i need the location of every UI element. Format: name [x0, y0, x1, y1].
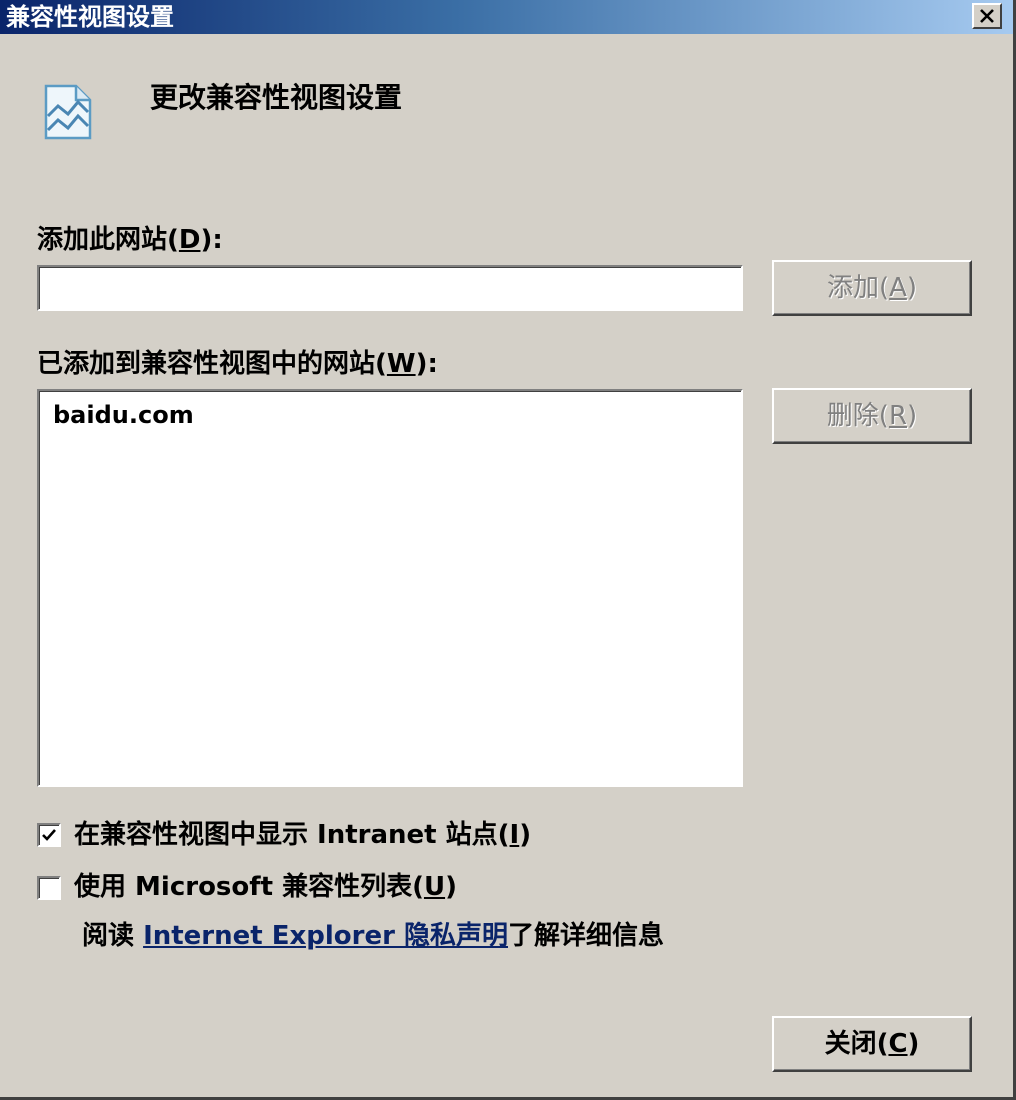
add-site-input[interactable]: [37, 265, 743, 311]
compat-view-page-icon: [44, 84, 92, 140]
ms-compat-list-checkbox-label[interactable]: 使用 Microsoft 兼容性列表(U): [74, 869, 457, 905]
intranet-checkbox-label[interactable]: 在兼容性视图中显示 Intranet 站点(I): [74, 817, 531, 853]
add-button[interactable]: 添加(A): [772, 260, 972, 316]
dialog-heading: 更改兼容性视图设置: [150, 81, 403, 114]
privacy-statement-link[interactable]: Internet Explorer 隐私声明: [143, 921, 508, 951]
privacy-info-text: 阅读 Internet Explorer 隐私声明了解详细信息: [82, 921, 665, 951]
added-sites-label: 已添加到兼容性视图中的网站(W):: [37, 349, 438, 379]
close-window-button[interactable]: [972, 3, 1002, 29]
intranet-checkbox[interactable]: [37, 823, 61, 847]
add-site-label: 添加此网站(D):: [37, 225, 223, 255]
remove-button[interactable]: 删除(R): [772, 388, 972, 444]
ms-compat-list-checkbox[interactable]: [37, 876, 61, 900]
window-title: 兼容性视图设置: [6, 3, 174, 31]
added-sites-list[interactable]: baidu.com: [37, 389, 743, 787]
title-bar[interactable]: 兼容性视图设置: [0, 0, 1013, 34]
compat-view-dialog: 兼容性视图设置 更改兼容性视图设置 添加此网站(D): 添加(A) 已添加到兼容…: [0, 0, 1016, 1100]
checkmark-icon: [42, 829, 56, 841]
close-icon: [980, 9, 994, 23]
close-button[interactable]: 关闭(C): [772, 1016, 972, 1072]
list-item[interactable]: baidu.com: [53, 399, 194, 431]
